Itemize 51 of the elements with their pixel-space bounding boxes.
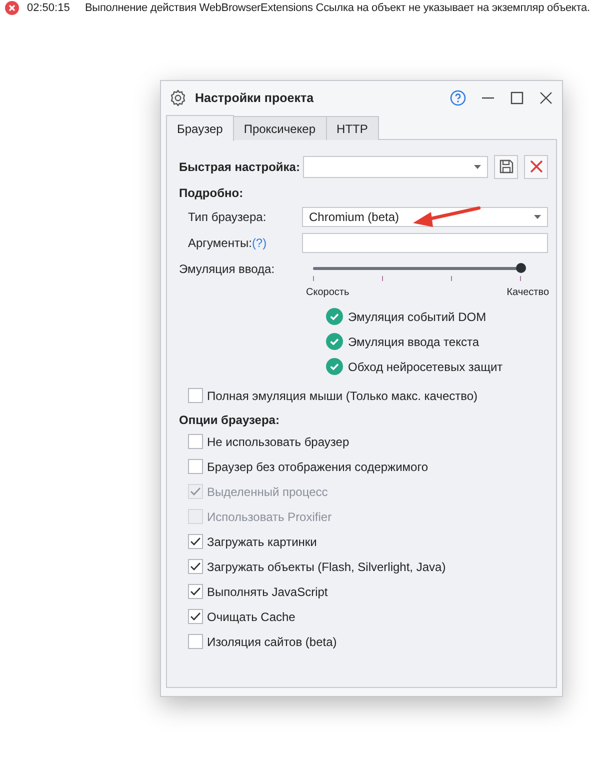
close-icon[interactable]	[539, 91, 553, 105]
arguments-label: Аргументы:	[188, 236, 252, 250]
checkbox-label: Браузер без отображения содержимого	[207, 460, 428, 474]
checkbox[interactable]	[188, 434, 203, 449]
close-icon	[530, 160, 543, 173]
checkbox[interactable]	[188, 534, 203, 549]
tab[interactable]: Проксичекер	[232, 116, 327, 140]
maximize-icon[interactable]	[510, 91, 524, 105]
checkbox[interactable]	[188, 459, 203, 474]
save-button[interactable]	[494, 154, 518, 178]
checkbox-label: Не использовать браузер	[207, 434, 350, 448]
checkbox[interactable]	[188, 634, 203, 649]
checkbox[interactable]	[188, 609, 203, 624]
feature-label: Обход нейросетевых защит	[348, 360, 503, 374]
input-emulation-label: Эмуляция ввода:	[179, 261, 276, 277]
slider-thumb[interactable]	[516, 263, 526, 273]
arrow-annotation	[411, 204, 483, 230]
checkbox-label: Очищать Cache	[207, 610, 296, 624]
checkbox-label: Загружать картинки	[207, 534, 317, 548]
caret-icon	[474, 164, 482, 168]
log-time: 02:50:15	[27, 2, 71, 14]
checkbox-label: Использовать Proxifier	[207, 510, 332, 524]
slider-max-label: Качество	[506, 287, 549, 299]
checkbox-label: Загружать объекты (Flash, Silverlight, Java)	[207, 560, 446, 574]
settings-icon	[169, 89, 187, 107]
checkbox-label: Полная эмуляция мыши (Только макс. качество)	[207, 388, 478, 402]
checkbox-label: Изоляция сайтов (beta)	[207, 634, 337, 648]
section-heading: Опции браузера:	[179, 412, 280, 428]
quick-setup-label: Быстрая настройка:	[179, 160, 301, 174]
checkbox-label: Выполнять JavaScript	[207, 584, 328, 598]
tab[interactable]: HTTP	[326, 116, 379, 140]
feature-label: Эмуляция ввода текста	[348, 334, 480, 348]
window-title: Настройки проекта	[195, 91, 314, 105]
feature-label: Эмуляция событий DOM	[348, 310, 486, 324]
delete-button[interactable]	[524, 154, 548, 178]
checkbox[interactable]	[188, 559, 203, 574]
browser-type-label: Тип браузера:	[188, 210, 268, 224]
browser-type-dropdown[interactable]: Chromium (beta)	[302, 207, 548, 227]
section-heading: Подробно:	[179, 185, 244, 201]
checkbox[interactable]	[188, 584, 203, 599]
arguments-input[interactable]	[302, 233, 548, 253]
log-message: Выполнение действия WebBrowserExtensions Ссылка на объект не указывает на экземпляр объекта.	[85, 2, 590, 14]
checkbox[interactable]	[188, 388, 203, 403]
error-icon	[5, 1, 19, 15]
help-icon[interactable]	[450, 90, 466, 106]
help-link[interactable]: (?)	[252, 236, 267, 250]
floppy-icon	[498, 159, 514, 174]
caret-icon	[534, 215, 541, 219]
checkbox-label: Выделенный процесс	[207, 484, 328, 498]
tab[interactable]: Браузер	[166, 115, 234, 141]
slider-min-label: Скорость	[306, 287, 350, 299]
